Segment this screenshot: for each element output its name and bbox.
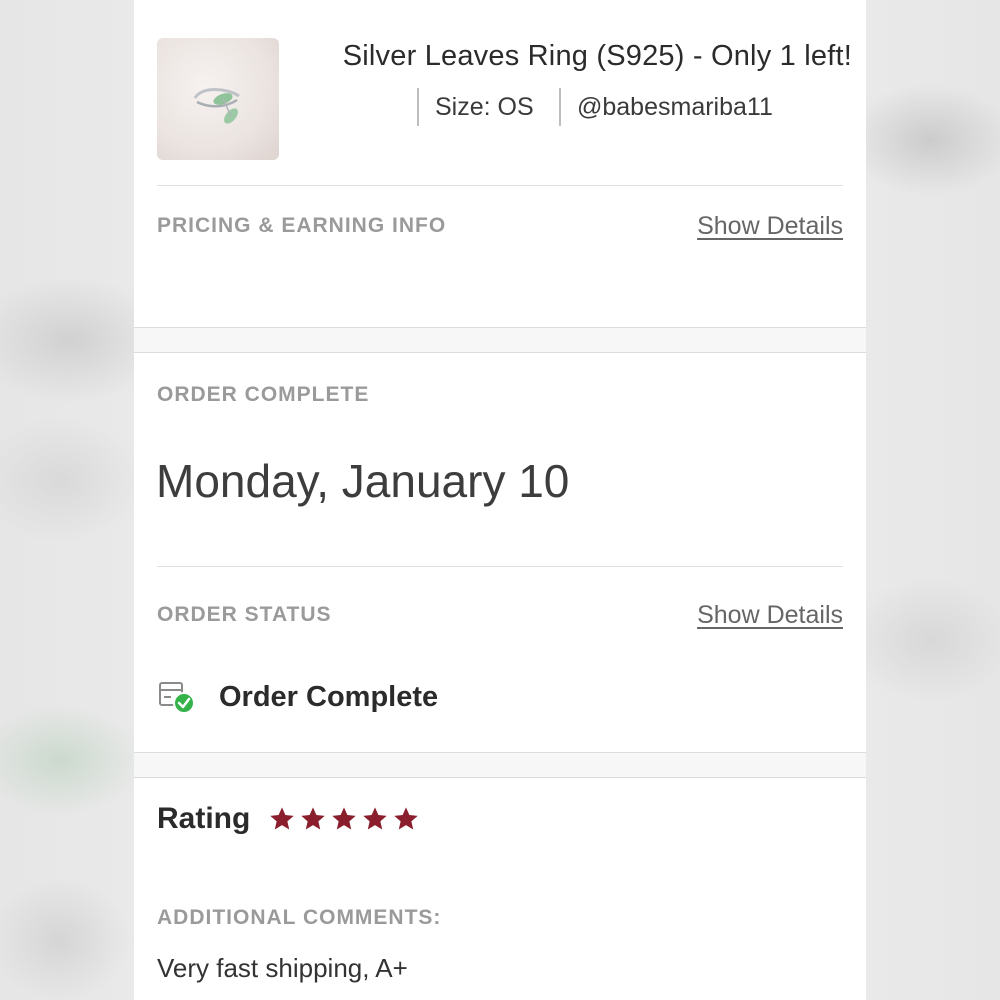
rating-label: Rating <box>157 802 251 835</box>
meta-separator <box>559 88 561 126</box>
star-icon <box>301 807 325 830</box>
additional-comments-label: ADDITIONAL COMMENTS: <box>157 906 442 929</box>
meta-separator <box>417 88 419 126</box>
seller-username[interactable]: @babesmariba11 <box>577 88 773 128</box>
order-complete-label: ORDER COMPLETE <box>157 383 370 406</box>
order-complete-date: Monday, January 10 <box>156 455 570 507</box>
order-details-panel: Silver Leaves Ring (S925) - Only 1 left!… <box>134 0 866 1000</box>
star-icon <box>332 807 356 830</box>
star-icon <box>363 807 387 830</box>
product-size: Size: OS <box>435 93 534 121</box>
star-icon <box>394 807 418 830</box>
ring-photo-icon <box>193 88 240 124</box>
section-gap <box>134 327 866 353</box>
order-status-label: ORDER STATUS <box>157 603 332 626</box>
order-status-row: Order Complete <box>157 675 438 719</box>
section-gap <box>134 752 866 778</box>
product-title[interactable]: Silver Leaves Ring (S925) - Only 1 left! <box>304 40 852 73</box>
divider <box>157 566 843 567</box>
rating-row: Rating <box>157 802 420 836</box>
pricing-section-label: PRICING & EARNING INFO <box>157 214 447 237</box>
package-check-icon <box>159 682 195 714</box>
order-status-show-details-link[interactable]: Show Details <box>697 601 843 630</box>
star-icon <box>270 807 294 830</box>
product-thumbnail[interactable] <box>157 38 279 160</box>
pricing-show-details-link[interactable]: Show Details <box>697 212 843 241</box>
divider <box>157 185 843 186</box>
rating-stars <box>268 805 420 833</box>
comment-text: Very fast shipping, A+ <box>157 953 408 983</box>
order-status-text: Order Complete <box>219 680 439 713</box>
